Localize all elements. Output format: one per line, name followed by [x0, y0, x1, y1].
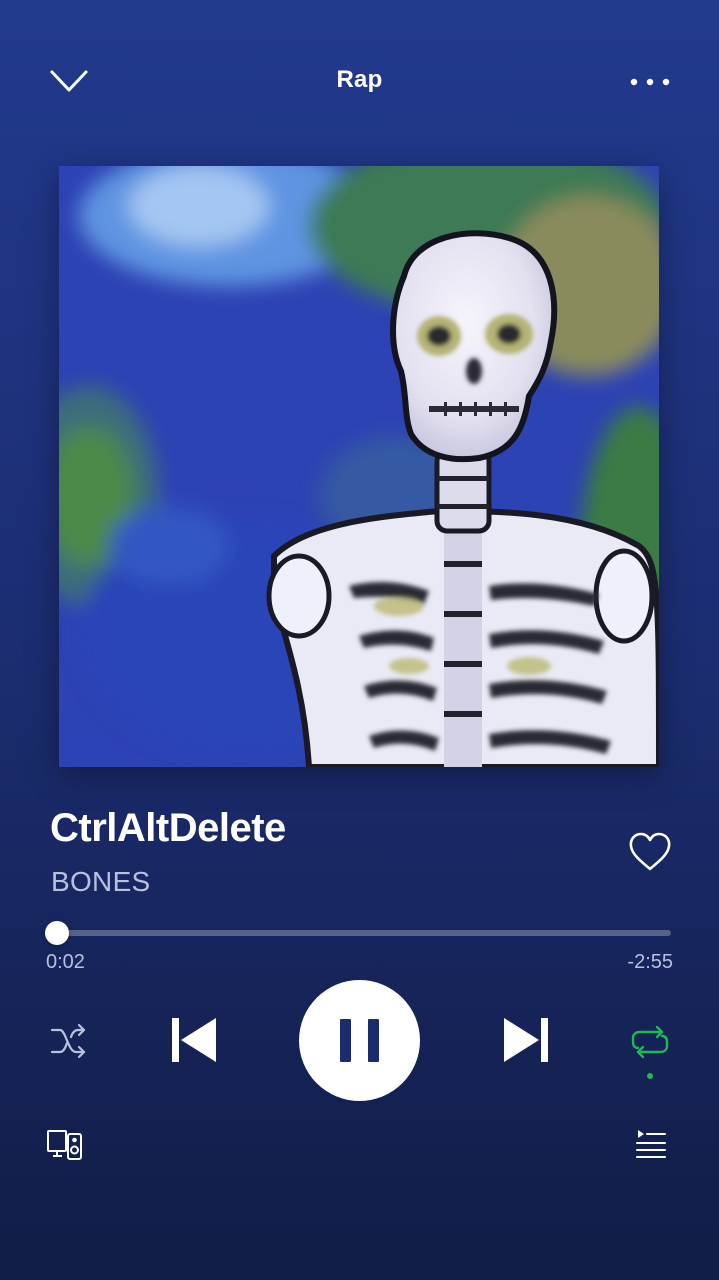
connect-devices-button[interactable]: [46, 1128, 84, 1162]
skip-next-icon: [504, 1018, 548, 1062]
more-options-button[interactable]: [626, 66, 674, 98]
progress-handle[interactable]: [45, 921, 70, 945]
progress-bar[interactable]: [45, 921, 671, 945]
now-playing-header: Rap: [0, 0, 719, 160]
elapsed-time: 0:02: [46, 951, 85, 973]
heart-icon: [629, 832, 671, 871]
shuffle-icon: [50, 1023, 86, 1059]
queue-icon: [636, 1130, 666, 1158]
playlist-context-title: Rap: [336, 66, 383, 93]
artist-name[interactable]: BONES: [51, 866, 151, 898]
devices-icon: [47, 1130, 82, 1160]
next-button[interactable]: [500, 1014, 552, 1066]
repeat-icon: [631, 1025, 669, 1059]
more-dots-icon: [630, 78, 670, 86]
repeat-button[interactable]: [628, 1020, 672, 1064]
remaining-time: -2:55: [627, 951, 673, 973]
queue-button[interactable]: [634, 1128, 668, 1160]
shuffle-button[interactable]: [48, 1020, 90, 1062]
pause-button[interactable]: [299, 980, 420, 1101]
previous-button[interactable]: [168, 1014, 220, 1066]
track-title: CtrlAltDelete: [50, 806, 286, 850]
skip-previous-icon: [172, 1018, 216, 1062]
album-artwork: [59, 166, 659, 767]
pause-icon: [340, 1019, 379, 1062]
like-button[interactable]: [626, 828, 674, 876]
repeat-active-indicator: [647, 1073, 653, 1079]
